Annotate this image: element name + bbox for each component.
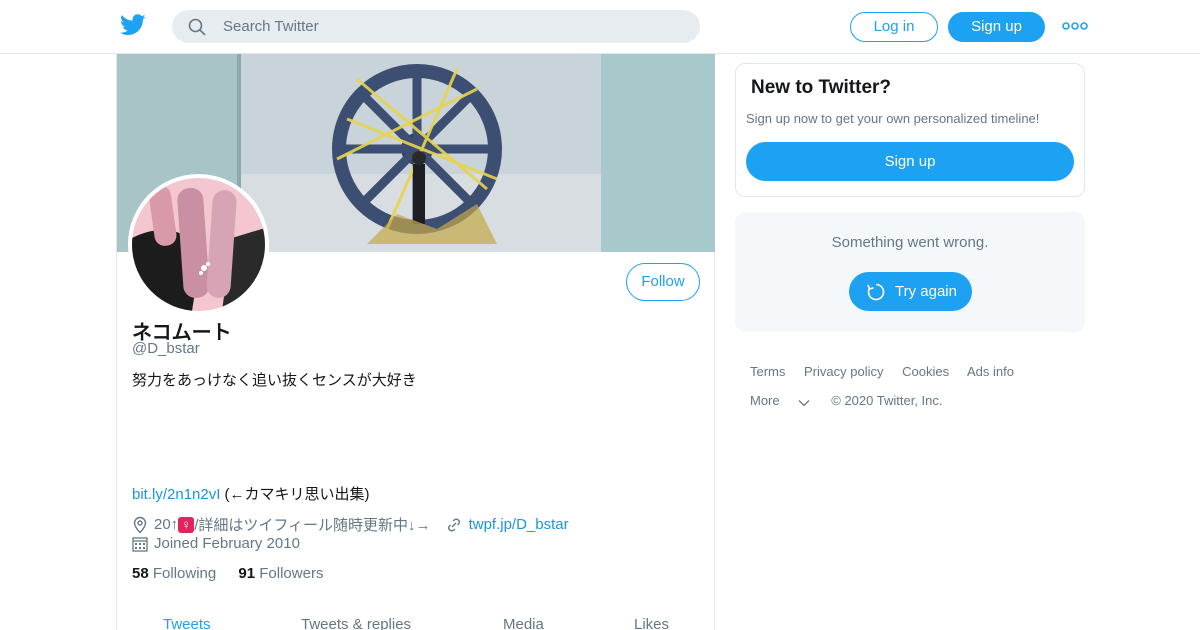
error-message: Something went wrong. [831,234,989,251]
try-again-label: Try again [895,283,957,300]
footer-copyright: © 2020 Twitter, Inc. [831,393,943,408]
follow-button[interactable]: Follow [626,263,700,301]
link-icon [447,518,460,531]
profile-column: Follow ネコムート @D_bstar 努力をあっけなく追い抜くセンスが大好… [116,54,715,630]
profile-joined-row: Joined February 2010 [132,535,300,552]
signup-button-sidebar[interactable]: Sign up [746,142,1074,181]
tab-tweets-replies[interactable]: Tweets & replies [301,616,411,630]
followers-count: 91 [238,565,256,582]
joined-date: Joined February 2010 [154,535,300,552]
bio-link[interactable]: bit.ly/2n1n2vI [132,486,220,503]
new-to-twitter-title: New to Twitter? [751,77,892,98]
try-again-button[interactable]: Try again [849,272,972,311]
calendar-icon [132,536,148,552]
footer-links-row-1: Terms Privacy policy Cookies Ads info [750,364,1029,379]
footer-more-label: More [750,393,780,408]
top-navigation-bar: Search Twitter Log in Sign up [0,0,1200,54]
chevron-down-icon [798,400,810,407]
following-count: 58 [132,565,149,582]
profile-website-link[interactable]: twpf.jp/D_bstar [469,516,569,533]
profile-tabs: Tweets Tweets & replies Media Likes [117,614,715,630]
footer-ads-link[interactable]: Ads info [967,364,1014,379]
refresh-icon [867,283,885,301]
profile-bio-link-line: bit.ly/2n1n2vI (←カマキリ思い出集) [132,483,370,504]
footer-cookies-link[interactable]: Cookies [902,364,949,379]
location-prefix: 20↑ [154,516,179,533]
new-to-twitter-card: New to Twitter? Sign up now to get your … [735,63,1085,197]
location-suffix: /詳細はツイフィール随時更新中↓→ [194,517,431,534]
profile-avatar[interactable] [128,174,269,315]
error-card: Something went wrong. Try again [735,212,1085,332]
female-sign-emoji: ♀ [178,516,195,533]
profile-location-row: 20↑ ♀ /詳細はツイフィール随時更新中↓→ twpf.jp/D_bstar [132,514,569,535]
new-to-twitter-text: Sign up now to get your own personalized… [746,111,1040,126]
search-icon [188,18,206,36]
search-box[interactable]: Search Twitter [172,10,700,43]
footer-privacy-link[interactable]: Privacy policy [804,364,883,379]
footer-links-row-2: More © 2020 Twitter, Inc. [750,393,957,408]
login-button[interactable]: Log in [850,12,938,42]
more-dots-icon[interactable] [1062,18,1088,34]
tab-tweets[interactable]: Tweets [163,616,211,630]
search-placeholder[interactable]: Search Twitter [223,18,319,35]
location-pin-icon [133,516,147,533]
tab-media[interactable]: Media [503,616,544,630]
followers-stat[interactable]: 91 Followers [238,565,323,582]
profile-bio: 努力をあっけなく追い抜くセンスが大好き [132,372,417,389]
twitter-bird-icon[interactable] [120,14,146,36]
tab-likes[interactable]: Likes [634,616,669,630]
followers-label: Followers [259,565,324,582]
following-stat[interactable]: 58 Following [132,565,216,582]
following-label: Following [152,565,217,582]
footer-more-menu[interactable]: More [750,393,810,408]
bio-link-suffix: (←カマキリ思い出集) [220,486,370,503]
signup-button-top[interactable]: Sign up [948,12,1045,42]
footer-terms-link[interactable]: Terms [750,364,785,379]
profile-handle: @D_bstar [132,340,200,357]
profile-counts: 58 Following 91 Followers [132,565,323,582]
